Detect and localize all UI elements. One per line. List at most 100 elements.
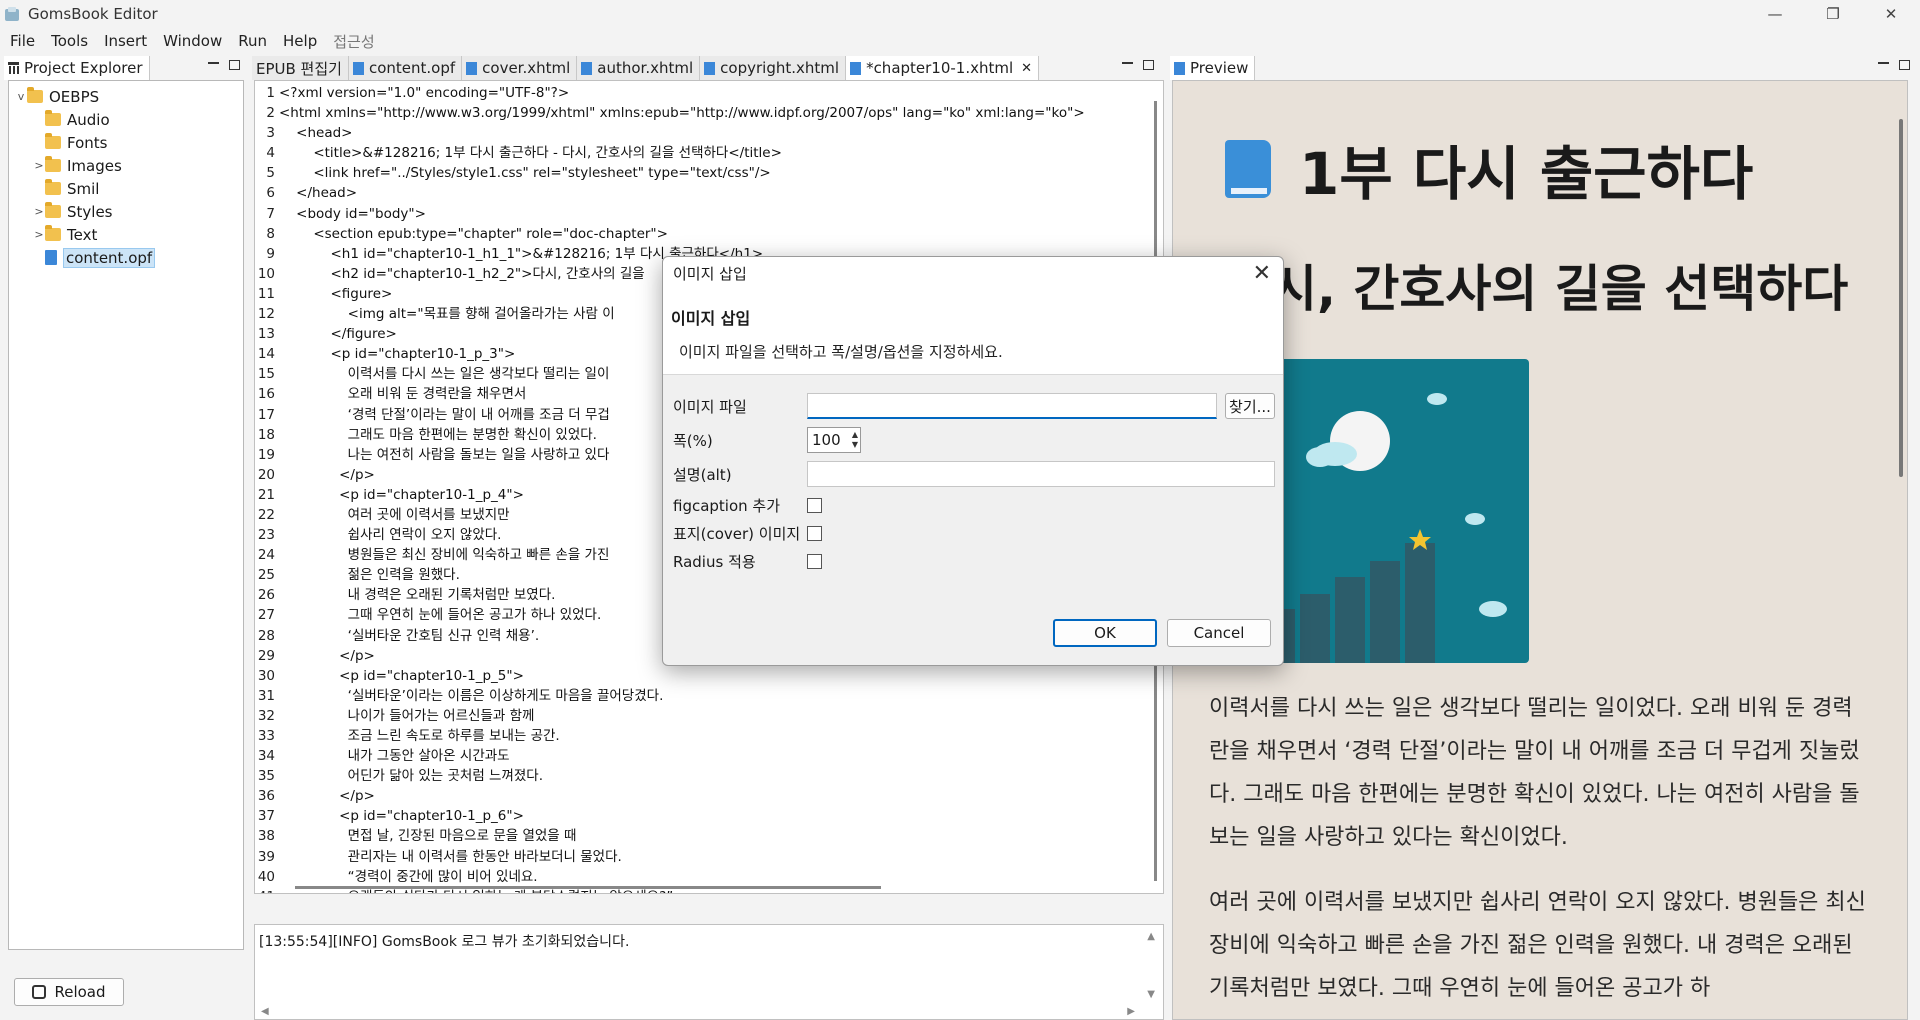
file-icon bbox=[704, 61, 716, 75]
cover-checkbox[interactable] bbox=[807, 526, 822, 541]
reload-button[interactable]: Reload bbox=[14, 978, 124, 1006]
line-number: 17 bbox=[257, 406, 275, 423]
alt-label: 설명(alt) bbox=[673, 465, 732, 484]
tab-project-explorer[interactable]: Project Explorer bbox=[4, 56, 150, 80]
panel-maximize-icon[interactable] bbox=[1143, 60, 1154, 70]
code-line[interactable]: <title>&#128216; 1부 다시 출근하다 - 다시, 간호사의 길… bbox=[279, 143, 1085, 163]
blue-book-icon bbox=[1225, 140, 1271, 198]
dialog-description: 이미지 파일을 선택하고 폭/설명/옵션을 지정하세요. bbox=[679, 343, 1003, 361]
code-line[interactable]: <p id="chapter10-1_p_5"> bbox=[279, 666, 1085, 686]
line-number: 1 bbox=[266, 85, 275, 101]
dialog-close-icon[interactable]: ✕ bbox=[1253, 261, 1271, 286]
close-window-button[interactable]: ✕ bbox=[1862, 0, 1920, 28]
menu-accessibility[interactable]: 접근성 bbox=[325, 31, 382, 52]
tree-item-styles[interactable]: > Styles bbox=[9, 200, 243, 223]
ok-button[interactable]: OK bbox=[1053, 619, 1157, 647]
preview-heading-1: 1부 다시 출근하다 bbox=[1225, 127, 1753, 211]
width-spinbox[interactable]: 100 ▲ ▼ bbox=[807, 427, 861, 453]
figcaption-checkbox[interactable] bbox=[807, 498, 822, 513]
file-icon bbox=[352, 61, 364, 75]
menu-run[interactable]: Run bbox=[230, 32, 275, 50]
project-tree: v OEBPS Audio Fonts > Images Smil > Styles > Text c… bbox=[8, 80, 244, 950]
line-number: 5 bbox=[266, 165, 275, 182]
minimize-button[interactable]: — bbox=[1746, 0, 1804, 28]
scroll-down-icon[interactable]: ▼ bbox=[1147, 989, 1155, 1000]
radius-checkbox[interactable] bbox=[807, 554, 822, 569]
editor-tab[interactable]: EPUB 편집기 bbox=[252, 56, 349, 80]
tab-preview[interactable]: Preview bbox=[1170, 56, 1256, 80]
image-file-label: 이미지 파일 bbox=[673, 397, 747, 416]
folder-icon bbox=[45, 202, 61, 218]
code-line[interactable]: <body id="body"> bbox=[279, 204, 1085, 224]
editor-tab[interactable]: copyright.xhtml bbox=[700, 56, 847, 80]
menu-file[interactable]: File bbox=[2, 32, 43, 50]
preview-tabbar: Preview bbox=[1170, 56, 1920, 80]
scroll-up-icon[interactable]: ▲ bbox=[1147, 931, 1155, 942]
expander-icon[interactable]: > bbox=[33, 228, 45, 241]
editor-tab[interactable]: *chapter10-1.xhtml ✕ bbox=[846, 56, 1040, 80]
code-line[interactable]: 나이가 들어가는 어르신들과 함께 bbox=[279, 706, 1085, 726]
scroll-left-icon[interactable]: ◀ bbox=[261, 1006, 269, 1017]
code-line[interactable]: <link href="../Styles/style1.css" rel="s… bbox=[279, 163, 1085, 183]
code-line[interactable]: 관리자는 내 이력서를 한동안 바라보더니 물었다. bbox=[279, 847, 1085, 867]
panel-minimize-icon[interactable] bbox=[1878, 62, 1889, 64]
line-number: 11 bbox=[257, 285, 275, 302]
code-line[interactable]: 어딘가 닮아 있는 곳처럼 느껴졌다. bbox=[279, 766, 1085, 786]
line-number: 16 bbox=[257, 386, 275, 403]
code-line[interactable]: 면접 날, 긴장된 마음으로 문을 열었을 때 bbox=[279, 826, 1085, 846]
panel-maximize-icon[interactable] bbox=[229, 60, 240, 70]
menu-window[interactable]: Window bbox=[155, 32, 230, 50]
editor-tab[interactable]: cover.xhtml bbox=[462, 56, 578, 80]
code-line[interactable]: </p> bbox=[279, 786, 1085, 806]
insert-image-dialog: 이미지 삽입 ✕ 이미지 삽입 이미지 파일을 선택하고 폭/설명/옵션을 지정… bbox=[662, 256, 1284, 666]
panel-minimize-icon[interactable] bbox=[1122, 62, 1133, 64]
menu-tools[interactable]: Tools bbox=[43, 32, 96, 50]
line-number: 24 bbox=[257, 547, 275, 564]
line-number: 4 bbox=[266, 145, 275, 162]
editor-tab[interactable]: content.opf bbox=[348, 56, 463, 80]
code-line[interactable]: <?xml version="1.0" encoding="UTF-8"?> bbox=[279, 83, 1085, 103]
code-line[interactable]: <html xmlns="http://www.w3.org/1999/xhtm… bbox=[279, 103, 1085, 123]
alt-input[interactable] bbox=[807, 461, 1275, 487]
scroll-right-icon[interactable]: ▶ bbox=[1127, 1006, 1135, 1017]
code-line[interactable]: 내가 그동안 살아온 시간과도 bbox=[279, 746, 1085, 766]
menu-bar: File Tools Insert Window Run Help 접근성 bbox=[0, 28, 1920, 54]
panel-maximize-icon[interactable] bbox=[1899, 60, 1910, 70]
expander-icon[interactable]: > bbox=[33, 159, 45, 172]
spin-arrows-icon[interactable]: ▲ ▼ bbox=[852, 430, 858, 450]
line-number: 39 bbox=[257, 848, 275, 865]
line-number: 28 bbox=[257, 627, 275, 644]
tree-item-audio[interactable]: Audio bbox=[9, 108, 243, 131]
maximize-button[interactable]: ❐ bbox=[1804, 0, 1862, 28]
tree-item-images[interactable]: > Images bbox=[9, 154, 243, 177]
line-number: 6 bbox=[266, 185, 275, 202]
code-line[interactable]: <p id="chapter10-1_p_6"> bbox=[279, 806, 1085, 826]
log-view[interactable]: [13:55:54][INFO] GomsBook 로그 뷰가 초기화되었습니다… bbox=[254, 924, 1164, 1020]
code-line[interactable]: <head> bbox=[279, 123, 1085, 143]
code-line[interactable]: ‘실버타운’이라는 이름은 이상하게도 마음을 끌어당겼다. bbox=[279, 686, 1085, 706]
file-icon bbox=[466, 61, 478, 75]
tree-item-content-opf[interactable]: content.opf bbox=[9, 246, 243, 269]
expander-icon[interactable]: > bbox=[33, 205, 45, 218]
code-line[interactable]: <section epub:type="chapter" role="doc-c… bbox=[279, 224, 1085, 244]
tree-item-fonts[interactable]: Fonts bbox=[9, 131, 243, 154]
menu-insert[interactable]: Insert bbox=[96, 32, 155, 50]
code-line[interactable]: </head> bbox=[279, 183, 1085, 203]
cancel-button[interactable]: Cancel bbox=[1167, 619, 1271, 647]
image-file-input[interactable] bbox=[807, 393, 1217, 419]
menu-help[interactable]: Help bbox=[275, 32, 325, 50]
tree-item-label: Text bbox=[67, 225, 98, 244]
tree-item-smil[interactable]: Smil bbox=[9, 177, 243, 200]
code-line[interactable]: 조금 느린 속도로 하루를 보내는 공간. bbox=[279, 726, 1085, 746]
tree-item-oebps[interactable]: v OEBPS bbox=[9, 85, 243, 108]
preview-scrollbar[interactable] bbox=[1899, 119, 1903, 477]
expander-icon[interactable]: v bbox=[15, 90, 27, 103]
tree-item-text[interactable]: > Text bbox=[9, 223, 243, 246]
horizontal-scrollbar[interactable] bbox=[295, 886, 881, 889]
editor-tab[interactable]: author.xhtml bbox=[577, 56, 701, 80]
tab-close-icon[interactable]: ✕ bbox=[1021, 61, 1032, 76]
code-line[interactable]: “경력이 중간에 많이 비어 있네요. bbox=[279, 867, 1085, 887]
line-number: 29 bbox=[257, 647, 275, 664]
panel-minimize-icon[interactable] bbox=[208, 62, 219, 64]
browse-button[interactable]: 찾기... bbox=[1225, 393, 1275, 419]
